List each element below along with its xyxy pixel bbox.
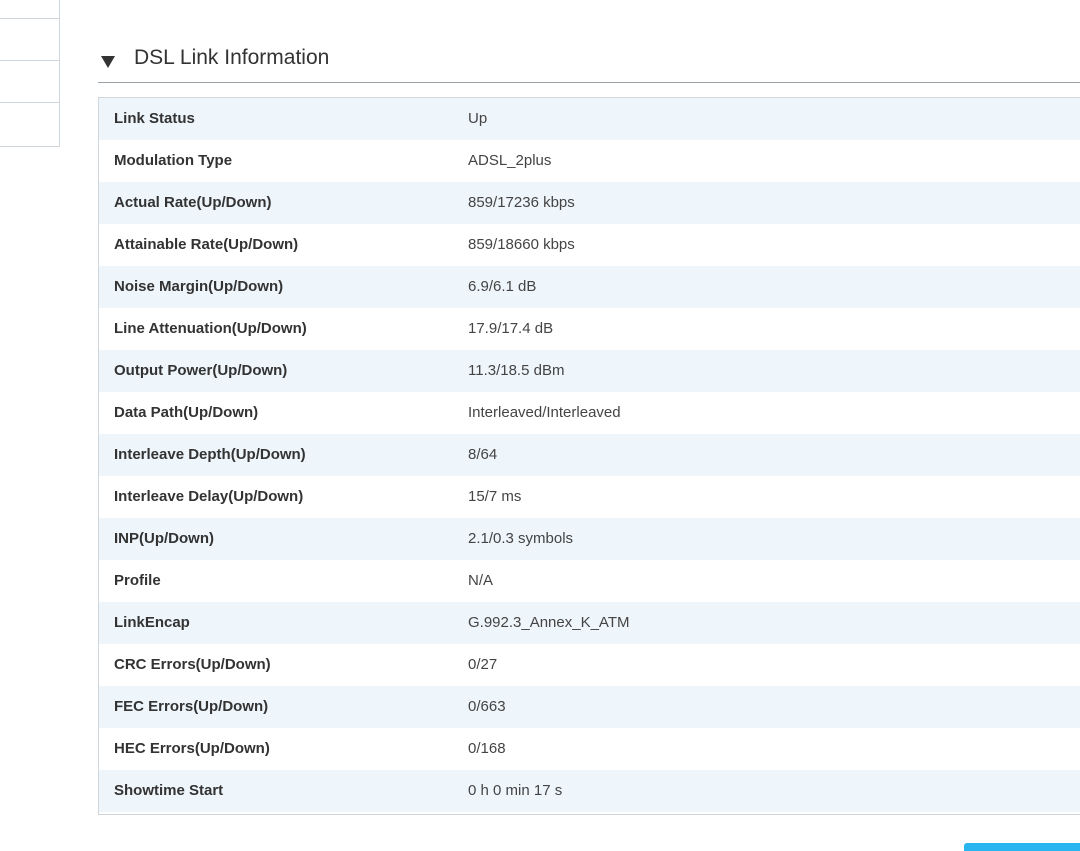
table-row: Link Status Up [99, 98, 1080, 140]
row-label: Interleave Delay(Up/Down) [114, 488, 304, 505]
table-row: Modulation Type ADSL_2plus [99, 140, 1080, 182]
table-row: FEC Errors(Up/Down) 0/663 [99, 686, 1080, 728]
table-row: INP(Up/Down) 2.1/0.3 symbols [99, 518, 1080, 560]
row-value: 11.3/18.5 dBm [468, 362, 565, 379]
row-value: 0/168 [468, 740, 506, 757]
row-label: Line Attenuation(Up/Down) [114, 320, 307, 337]
sidebar-menu [0, 0, 60, 147]
row-value: 8/64 [468, 446, 498, 463]
table-row: Attainable Rate(Up/Down) 859/18660 kbps [99, 224, 1080, 266]
table-row: Noise Margin(Up/Down) 6.9/6.1 dB [99, 266, 1080, 308]
row-label: Actual Rate(Up/Down) [114, 194, 272, 211]
row-value: 0 h 0 min 17 s [468, 782, 563, 799]
table-row: Interleave Depth(Up/Down) 8/64 [99, 434, 1080, 476]
row-value: Interleaved/Interleaved [468, 404, 621, 421]
sidebar-item[interactable] [0, 18, 59, 61]
row-label: CRC Errors(Up/Down) [114, 656, 271, 673]
table-row: CRC Errors(Up/Down) 0/27 [99, 644, 1080, 686]
table-row: HEC Errors(Up/Down) 0/168 [99, 728, 1080, 770]
row-label: Link Status [114, 110, 195, 127]
row-value: 17.9/17.4 dB [468, 320, 554, 337]
table-row: LinkEncap G.992.3_Annex_K_ATM [99, 602, 1080, 644]
action-button[interactable] [964, 843, 1080, 851]
row-value: Up [468, 110, 488, 127]
row-label: Showtime Start [114, 782, 224, 799]
row-value: 859/17236 kbps [468, 194, 575, 211]
table-row: Actual Rate(Up/Down) 859/17236 kbps [99, 182, 1080, 224]
row-label: Attainable Rate(Up/Down) [114, 236, 299, 253]
section-header[interactable]: DSL Link Information [98, 40, 1080, 83]
table-row: Line Attenuation(Up/Down) 17.9/17.4 dB [99, 308, 1080, 350]
row-label: FEC Errors(Up/Down) [114, 698, 269, 715]
row-value: 2.1/0.3 symbols [468, 530, 574, 547]
table-row: Output Power(Up/Down) 11.3/18.5 dBm [99, 350, 1080, 392]
row-value: 0/27 [468, 656, 498, 673]
row-value: ADSL_2plus [468, 152, 552, 169]
table-row: Data Path(Up/Down) Interleaved/Interleave… [99, 392, 1080, 434]
sidebar-item[interactable] [0, 102, 59, 147]
row-label: Noise Margin(Up/Down) [114, 278, 284, 295]
row-label: Interleave Depth(Up/Down) [114, 446, 306, 463]
row-value: N/A [468, 572, 494, 589]
table-row: Profile N/A [99, 560, 1080, 602]
sidebar-item[interactable] [0, 60, 59, 103]
dsl-info-table: Link Status Up Modulation Type ADSL_2plus Ac… [98, 97, 1080, 815]
row-value: 15/7 ms [468, 488, 522, 505]
row-label: Output Power(Up/Down) [114, 362, 288, 379]
row-value: 0/663 [468, 698, 506, 715]
row-label: Data Path(Up/Down) [114, 404, 259, 421]
page: DSL Link Information Link Status Up Modula… [0, 0, 1080, 851]
row-value: 6.9/6.1 dB [468, 278, 537, 295]
row-label: Profile [114, 572, 161, 589]
row-label: Modulation Type [114, 152, 233, 169]
table-row: Showtime Start 0 h 0 min 17 s [99, 770, 1080, 812]
row-label: HEC Errors(Up/Down) [114, 740, 270, 757]
row-value: G.992.3_Annex_K_ATM [468, 614, 630, 631]
table-row: Interleave Delay(Up/Down) 15/7 ms [99, 476, 1080, 518]
row-label: LinkEncap [114, 614, 190, 631]
section-title: DSL Link Information [134, 46, 330, 69]
row-label: INP(Up/Down) [114, 530, 214, 547]
row-value: 859/18660 kbps [468, 236, 575, 253]
collapse-triangle-icon[interactable] [101, 56, 115, 68]
